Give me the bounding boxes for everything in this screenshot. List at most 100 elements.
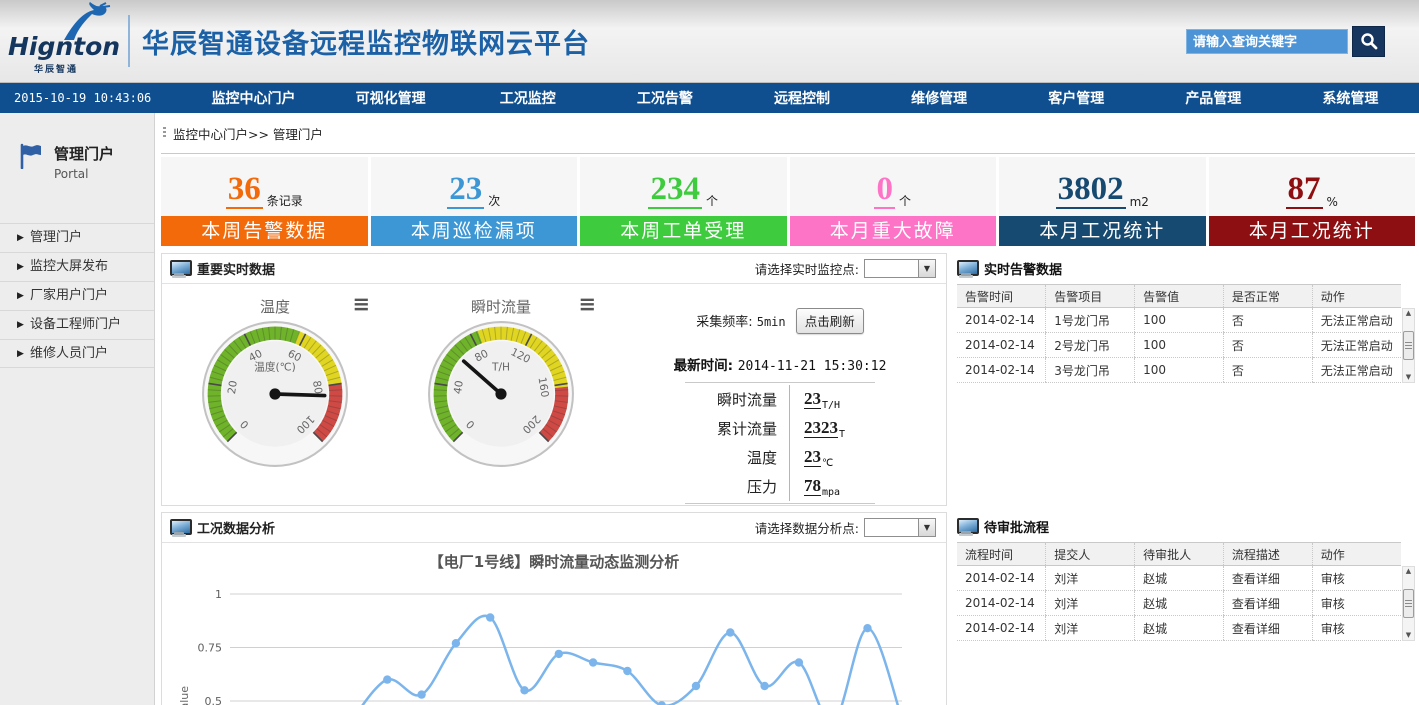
sidebar-item-label: 维修人员门户 xyxy=(30,346,108,361)
flag-icon xyxy=(18,143,44,169)
approval-panel-title: 待审批流程 xyxy=(984,517,1049,536)
nav-item-8[interactable]: 系统管理 xyxy=(1282,83,1419,113)
realtime-panel: 重要实时数据 请选择实时监控点: ▼ xyxy=(161,253,947,506)
reading-label: 压力 xyxy=(685,476,777,497)
sidebar-item-label: 设备工程师门户 xyxy=(30,317,121,332)
table-cell[interactable]: 审核 xyxy=(1312,616,1401,641)
table-row: 2014-02-142号龙门吊100否无法正常启动 xyxy=(957,333,1401,358)
nav-item-0[interactable]: 监控中心门户 xyxy=(185,83,322,113)
search-button[interactable] xyxy=(1352,26,1385,57)
gauge-menu-icon[interactable]: ≡ xyxy=(578,293,596,315)
monitor-point-select-label: 请选择实时监控点: xyxy=(755,259,859,278)
table-cell[interactable]: 查看详细 xyxy=(1223,566,1312,591)
scroll-thumb[interactable] xyxy=(1403,331,1414,360)
sidebar-item-0[interactable]: ▶管理门户 xyxy=(0,223,154,252)
reading-unit: ℃ xyxy=(822,458,833,472)
scrollbar[interactable]: ▲ ▼ xyxy=(1402,566,1415,641)
logo-divider xyxy=(128,15,130,67)
column-header: 是否正常 xyxy=(1223,285,1312,308)
scroll-down-icon[interactable]: ▼ xyxy=(1406,373,1411,382)
table-cell: 2014-02-14 xyxy=(957,358,1046,383)
sidebar-item-1[interactable]: ▶监控大屏发布 xyxy=(0,252,154,281)
scroll-down-icon[interactable]: ▼ xyxy=(1406,631,1411,640)
sidebar-item-3[interactable]: ▶设备工程师门户 xyxy=(0,310,154,339)
nav-item-4[interactable]: 远程控制 xyxy=(733,83,870,113)
realtime-info: 采集频率: 5min 点击刷新 最新时间: 2014-11-21 15:30:1… xyxy=(614,284,946,505)
table-cell: 2014-02-14 xyxy=(957,333,1046,358)
latest-time-label: 最新时间: xyxy=(674,358,733,374)
search-input[interactable] xyxy=(1186,29,1348,54)
stat-card-label: 本周工单受理 xyxy=(580,216,787,246)
analysis-point-select-group: 请选择数据分析点: ▼ xyxy=(755,518,936,537)
nav-item-2[interactable]: 工况监控 xyxy=(459,83,596,113)
table-cell[interactable]: 审核 xyxy=(1312,566,1401,591)
nav-item-7[interactable]: 产品管理 xyxy=(1145,83,1282,113)
table-cell: 100 xyxy=(1135,358,1224,383)
stat-card-value[interactable]: 87 xyxy=(1286,175,1323,209)
monitor-point-select[interactable]: ▼ xyxy=(864,259,936,278)
gauge-menu-icon[interactable]: ≡ xyxy=(352,293,370,315)
stat-card-unit: 个 xyxy=(706,192,718,209)
stat-card-unit: m2 xyxy=(1130,195,1149,209)
table-cell[interactable]: 查看详细 xyxy=(1223,616,1312,641)
monitor-icon xyxy=(957,260,977,277)
analysis-point-select-label: 请选择数据分析点: xyxy=(755,518,859,537)
table-cell: 否 xyxy=(1223,308,1312,333)
stat-card-value[interactable]: 3802 xyxy=(1056,175,1126,209)
svg-text:温度(℃): 温度(℃) xyxy=(254,361,295,374)
table-cell[interactable]: 查看详细 xyxy=(1223,591,1312,616)
readings-table: 瞬时流量23T/H累计流量2323T温度23℃压力78mpa xyxy=(685,382,875,504)
alarm-panel-title: 实时告警数据 xyxy=(984,259,1062,278)
scroll-thumb[interactable] xyxy=(1403,589,1414,618)
analysis-point-select[interactable]: ▼ xyxy=(864,518,936,537)
search-area xyxy=(1186,26,1385,57)
sidebar-item-4[interactable]: ▶ 维修人员门户 xyxy=(0,339,154,368)
temperature-gauge: 020406080100温度(℃) xyxy=(199,318,351,470)
nav-timestamp: 2015-10-19 10:43:06 xyxy=(0,91,185,105)
svg-text:80: 80 xyxy=(310,380,325,396)
nav-item-1[interactable]: 可视化管理 xyxy=(322,83,459,113)
table-cell[interactable]: 审核 xyxy=(1312,591,1401,616)
sidebar-item-2[interactable]: ▶厂家用户门户 xyxy=(0,281,154,310)
monitor-icon xyxy=(170,519,190,536)
reading-divider xyxy=(789,472,790,501)
stat-card-label: 本月工况统计 xyxy=(1209,216,1416,246)
nav-item-6[interactable]: 客户管理 xyxy=(1008,83,1145,113)
column-header: 待审批人 xyxy=(1135,543,1224,566)
realtime-panel-title: 重要实时数据 xyxy=(197,259,275,278)
stat-card-value[interactable]: 23 xyxy=(447,175,484,209)
stat-card-unit: 次 xyxy=(488,192,500,209)
scrollbar[interactable]: ▲ ▼ xyxy=(1402,308,1415,383)
stat-card-unit: 条记录 xyxy=(267,192,303,209)
table-cell: 赵城 xyxy=(1135,616,1224,641)
left-column: 重要实时数据 请选择实时监控点: ▼ xyxy=(161,253,947,705)
refresh-button[interactable]: 点击刷新 xyxy=(796,308,864,334)
alarm-table-wrap: 告警时间告警项目告警值是否正常动作2014-02-141号龙门吊100否无法正常… xyxy=(957,284,1415,383)
stat-card-label: 本周巡检漏项 xyxy=(371,216,578,246)
temperature-gauge-block: 温度 ≡ 020406080100温度(℃) xyxy=(162,284,388,505)
nav-item-5[interactable]: 维修管理 xyxy=(871,83,1008,113)
brand-subtitle: 华辰智通 xyxy=(34,62,78,75)
flow-gauge-title: 瞬时流量 xyxy=(471,298,531,316)
table-cell: 赵城 xyxy=(1135,591,1224,616)
stat-card-0: 36条记录本周告警数据 xyxy=(161,157,368,246)
sidebar-subtitle: Portal xyxy=(54,167,114,181)
nav-item-3[interactable]: 工况告警 xyxy=(596,83,733,113)
stat-card-value[interactable]: 234 xyxy=(648,175,702,209)
flow-gauge-block: 瞬时流量 ≡ 04080120160200T/H xyxy=(388,284,614,505)
stat-card-value[interactable]: 0 xyxy=(874,175,895,209)
table-cell: 刘洋 xyxy=(1046,616,1135,641)
table-header-row: 告警时间告警项目告警值是否正常动作 xyxy=(957,285,1401,308)
arrow-right-icon: ▶ xyxy=(17,340,24,368)
brand-name: Hignton xyxy=(8,32,120,61)
table-cell: 否 xyxy=(1223,333,1312,358)
latest-time: 最新时间: 2014-11-21 15:30:12 xyxy=(614,354,946,374)
column-header: 告警时间 xyxy=(957,285,1046,308)
stat-card-label: 本周告警数据 xyxy=(161,216,368,246)
scroll-up-icon[interactable]: ▲ xyxy=(1406,309,1411,318)
table-cell: 2014-02-14 xyxy=(957,566,1046,591)
scroll-up-icon[interactable]: ▲ xyxy=(1406,567,1411,576)
temperature-gauge-title: 温度 xyxy=(260,298,290,316)
stat-card-value[interactable]: 36 xyxy=(226,175,263,209)
svg-text:0.75: 0.75 xyxy=(198,642,223,655)
